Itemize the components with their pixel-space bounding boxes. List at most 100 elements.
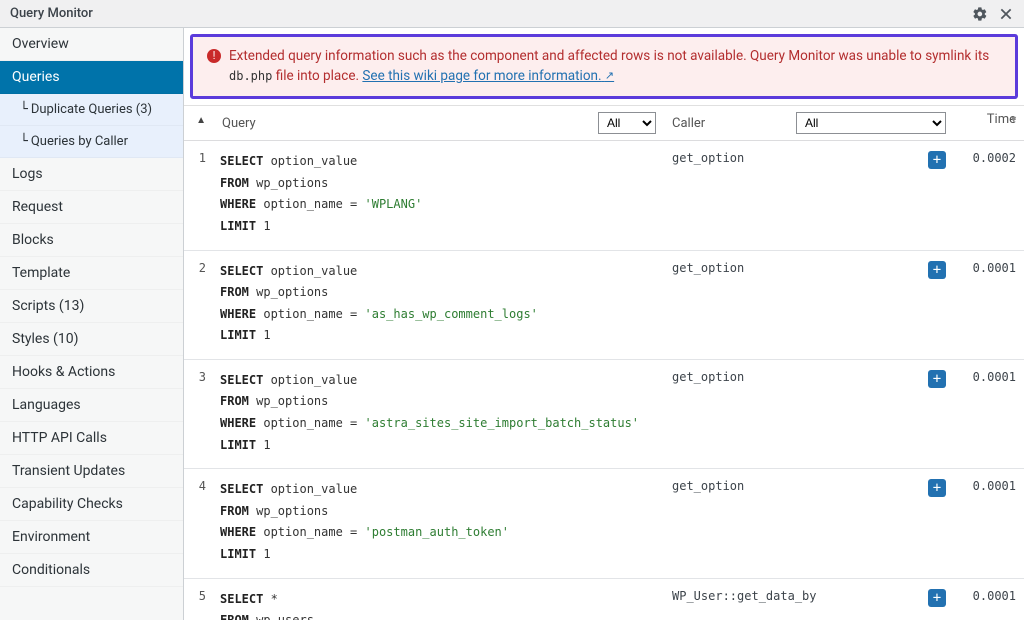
sidebar-item-languages[interactable]: Languages <box>0 389 183 422</box>
sidebar-item-http-api-calls[interactable]: HTTP API Calls <box>0 422 183 455</box>
query-cell: SELECT option_value FROM wp_options WHER… <box>214 359 664 468</box>
table-row: 2SELECT option_value FROM wp_options WHE… <box>184 250 1024 359</box>
col-time-header[interactable]: Time ▼ <box>954 106 1024 141</box>
caller-filter-select[interactable]: All <box>796 112 946 134</box>
sidebar-item-request[interactable]: Request <box>0 191 183 224</box>
sql-text: SELECT option_value FROM wp_options WHER… <box>220 261 654 347</box>
notice-wrap: ! Extended query information such as the… <box>184 28 1024 105</box>
sidebar-item-capability-checks[interactable]: Capability Checks <box>0 488 183 521</box>
col-index-header[interactable]: ▲ <box>184 106 214 141</box>
main: Overview Queries └ Duplicate Queries (3) └ Qu… <box>0 28 1024 620</box>
query-cell: SELECT option_value FROM wp_options WHER… <box>214 141 664 250</box>
query-table: ▲ Query All Cal <box>184 106 1024 620</box>
notice-code: db.php <box>229 69 272 83</box>
expand-caller-button[interactable]: + <box>928 151 946 169</box>
sidebar-item-label: Queries <box>12 69 60 85</box>
sidebar-item-label: Blocks <box>12 232 54 248</box>
settings-icon[interactable] <box>972 6 988 22</box>
app-title: Query Monitor <box>10 6 93 21</box>
sidebar-item-label: Environment <box>12 529 90 545</box>
sidebar-item-overview[interactable]: Overview <box>0 28 183 61</box>
sidebar-item-label: Overview <box>12 36 69 52</box>
expand-caller-button[interactable]: + <box>928 370 946 388</box>
sidebar-item-label: Duplicate Queries (3) <box>31 102 152 117</box>
caller-cell: get_option + <box>664 141 954 250</box>
query-cell: SELECT * FROM wp_users WHERE user_login … <box>214 578 664 620</box>
row-index: 2 <box>184 250 214 359</box>
tree-branch-icon: └ <box>20 134 27 149</box>
sidebar-item-label: Transient Updates <box>12 463 125 479</box>
table-row: 3SELECT option_value FROM wp_options WHE… <box>184 359 1024 468</box>
content-pane: ! Extended query information such as the… <box>184 28 1024 620</box>
sidebar-item-template[interactable]: Template <box>0 257 183 290</box>
caller-name: get_option <box>672 370 744 384</box>
sidebar-item-label: Conditionals <box>12 562 90 578</box>
notice-link[interactable]: See this wiki page for more information.… <box>362 68 614 84</box>
col-caller-header: Caller All <box>664 106 954 141</box>
sidebar-item-label: Styles (10) <box>12 331 78 347</box>
sidebar: Overview Queries └ Duplicate Queries (3) └ Qu… <box>0 28 184 620</box>
sql-text: SELECT * FROM wp_users WHERE user_login … <box>220 589 654 620</box>
caller-name: get_option <box>672 261 744 275</box>
row-index: 4 <box>184 469 214 578</box>
table-row: 5SELECT * FROM wp_users WHERE user_login… <box>184 578 1024 620</box>
expand-caller-button[interactable]: + <box>928 589 946 607</box>
col-query-header: Query All <box>214 106 664 141</box>
caller-name: get_option <box>672 479 744 493</box>
caller-cell: WP_User::get_data_by + <box>664 578 954 620</box>
sidebar-item-label: Languages <box>12 397 81 413</box>
tree-branch-icon: └ <box>20 102 27 117</box>
topbar-actions <box>972 6 1014 22</box>
query-filter-select[interactable]: All <box>598 112 656 134</box>
table-row: 1SELECT option_value FROM wp_options WHE… <box>184 141 1024 250</box>
expand-caller-button[interactable]: + <box>928 261 946 279</box>
caller-name: WP_User::get_data_by <box>672 589 817 603</box>
sort-icon: ▼ <box>1009 114 1018 125</box>
sidebar-item-blocks[interactable]: Blocks <box>0 224 183 257</box>
notice-text-after: file into place. <box>272 68 362 84</box>
warning-icon: ! <box>207 49 221 63</box>
sidebar-item-logs[interactable]: Logs <box>0 158 183 191</box>
caller-cell: get_option + <box>664 359 954 468</box>
sql-text: SELECT option_value FROM wp_options WHER… <box>220 479 654 565</box>
sidebar-item-environment[interactable]: Environment <box>0 521 183 554</box>
time-cell: 0.0002 <box>954 141 1024 250</box>
sidebar-item-conditionals[interactable]: Conditionals <box>0 554 183 587</box>
sidebar-item-hooks-actions[interactable]: Hooks & Actions <box>0 356 183 389</box>
row-index: 5 <box>184 578 214 620</box>
sidebar-item-label: Queries by Caller <box>31 134 128 149</box>
query-cell: SELECT option_value FROM wp_options WHER… <box>214 469 664 578</box>
sidebar-item-label: Logs <box>12 166 43 182</box>
sidebar-item-label: Request <box>12 199 63 215</box>
table-row: 4SELECT option_value FROM wp_options WHE… <box>184 469 1024 578</box>
query-table-wrap: ▲ Query All Cal <box>184 105 1024 620</box>
sidebar-item-label: Hooks & Actions <box>12 364 115 380</box>
sidebar-item-label: HTTP API Calls <box>12 430 107 446</box>
time-cell: 0.0001 <box>954 578 1024 620</box>
close-icon[interactable] <box>998 6 1014 22</box>
sidebar-item-label: Template <box>12 265 70 281</box>
sidebar-item-styles-10[interactable]: Styles (10) <box>0 323 183 356</box>
warning-notice: ! Extended query information such as the… <box>190 34 1018 99</box>
time-cell: 0.0001 <box>954 359 1024 468</box>
sidebar-item-label: Scripts (13) <box>12 298 84 314</box>
time-cell: 0.0001 <box>954 469 1024 578</box>
sidebar-item-transient-updates[interactable]: Transient Updates <box>0 455 183 488</box>
time-cell: 0.0001 <box>954 250 1024 359</box>
sort-asc-icon: ▲ <box>196 115 206 126</box>
sidebar-item-queries-by-caller[interactable]: └ Queries by Caller <box>0 126 183 158</box>
external-link-icon: ↗ <box>605 69 614 82</box>
sidebar-item-queries[interactable]: Queries <box>0 61 183 94</box>
sidebar-item-label: Capability Checks <box>12 496 123 512</box>
sidebar-item-duplicate-queries-3[interactable]: └ Duplicate Queries (3) <box>0 94 183 126</box>
caller-cell: get_option + <box>664 250 954 359</box>
sql-text: SELECT option_value FROM wp_options WHER… <box>220 151 654 237</box>
caller-name: get_option <box>672 151 744 165</box>
expand-caller-button[interactable]: + <box>928 479 946 497</box>
notice-text-before: Extended query information such as the c… <box>229 48 989 64</box>
row-index: 3 <box>184 359 214 468</box>
query-header-label: Query <box>222 116 256 131</box>
sql-text: SELECT option_value FROM wp_options WHER… <box>220 370 654 456</box>
caller-cell: get_option + <box>664 469 954 578</box>
sidebar-item-scripts-13[interactable]: Scripts (13) <box>0 290 183 323</box>
